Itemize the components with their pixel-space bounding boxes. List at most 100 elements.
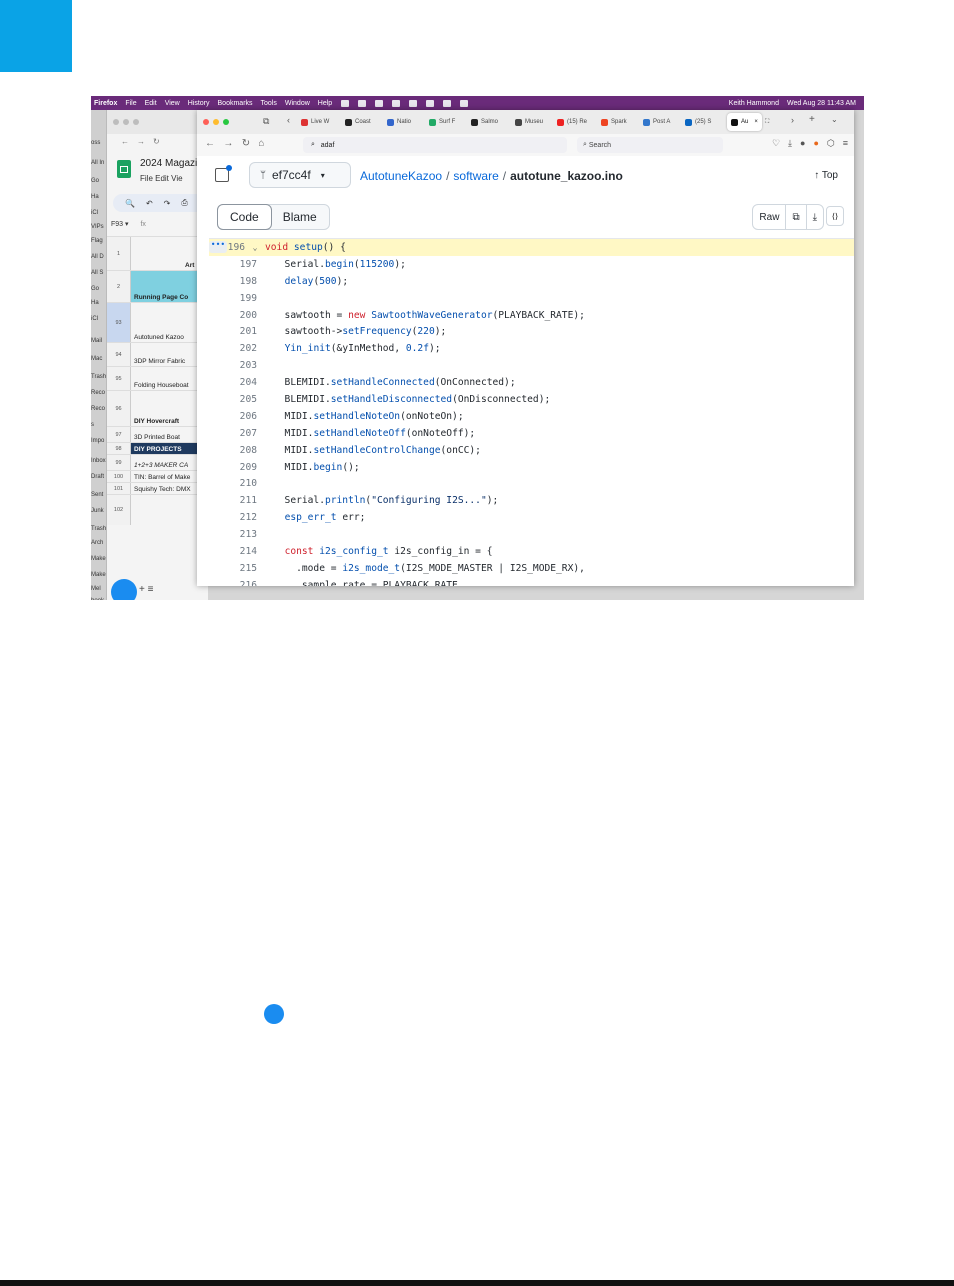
mail-sidebar-item[interactable]: All S xyxy=(91,270,103,276)
menubar-clock[interactable]: Wed Aug 28 11:43 AM xyxy=(787,100,856,107)
close-button[interactable] xyxy=(203,119,209,125)
row-number[interactable]: 1 xyxy=(107,237,131,271)
code-line[interactable]: 216 .sample_rate = PLAYBACK_RATE, xyxy=(209,577,854,586)
tab-code[interactable]: Code xyxy=(217,204,272,230)
mail-sidebar-item[interactable]: Ha xyxy=(91,194,99,200)
code-text[interactable]: Serial.println("Configuring I2S..."); xyxy=(273,495,499,506)
code-text[interactable]: void setup() { xyxy=(265,242,346,253)
browser-tab[interactable]: Salmo xyxy=(471,113,498,131)
browser-tab[interactable]: Spark xyxy=(601,113,627,131)
line-number[interactable]: 200 xyxy=(209,310,257,321)
menubar-item[interactable]: Tools xyxy=(261,100,277,107)
table-row[interactable]: 102 xyxy=(107,494,208,525)
code-text[interactable]: .sample_rate = PLAYBACK_RATE, xyxy=(273,580,464,586)
symbols-icon[interactable]: ⟨⟩ xyxy=(826,206,844,226)
mail-sidebar-item[interactable]: VIPs xyxy=(91,224,104,230)
line-number[interactable]: 204 xyxy=(209,377,257,388)
code-line[interactable]: 199 xyxy=(209,290,854,307)
line-number[interactable]: 210 xyxy=(209,478,257,489)
code-text[interactable]: Yin_init(&yInMethod, 0.2f); xyxy=(273,343,441,354)
code-text[interactable]: MIDI.setHandleNoteOff(onNoteOff); xyxy=(273,428,476,439)
table-row[interactable]: 1 Art xyxy=(107,236,208,271)
cell-text[interactable]: Autotuned Kazoo xyxy=(134,334,184,341)
breadcrumb-repo[interactable]: AutotuneKazoo xyxy=(360,169,442,183)
code-line[interactable]: 211 Serial.println("Configuring I2S...")… xyxy=(209,492,854,509)
code-text[interactable]: sawtooth = new SawtoothWaveGenerator(PLA… xyxy=(273,310,585,321)
back-arrow-icon[interactable]: ← xyxy=(121,137,129,146)
code-text[interactable]: esp_err_t err; xyxy=(273,512,366,523)
code-line[interactable]: 204 BLEMIDI.setHandleConnected(OnConnect… xyxy=(209,374,854,391)
code-line[interactable]: 201 sawtooth->setFrequency(220); xyxy=(209,323,854,340)
tab-list-icon[interactable]: ⧉ xyxy=(263,116,269,127)
table-row[interactable]: 2 Running Page Co xyxy=(107,270,208,303)
cell-text[interactable]: Folding Houseboat xyxy=(134,382,189,389)
extension-tab-icon[interactable]: ⛶ xyxy=(765,113,769,131)
search-icon[interactable]: 🔍 xyxy=(125,199,135,208)
status-icon[interactable] xyxy=(392,99,401,107)
code-line[interactable]: 207 MIDI.setHandleNoteOff(onNoteOff); xyxy=(209,425,854,442)
forward-arrow-icon[interactable]: → xyxy=(223,138,233,149)
cell-text[interactable]: DIY PROJECTS xyxy=(134,446,182,453)
code-line[interactable]: 208 MIDI.setHandleControlChange(onCC); xyxy=(209,442,854,459)
back-arrow-icon[interactable]: ← xyxy=(205,138,215,149)
browser-tab[interactable]: Post A xyxy=(643,113,670,131)
line-number[interactable]: 212 xyxy=(209,512,257,523)
code-line[interactable]: 214 const i2s_config_t i2s_config_in = { xyxy=(209,543,854,560)
line-number[interactable]: 208 xyxy=(209,445,257,456)
mail-sidebar-item[interactable]: Arch xyxy=(91,540,103,546)
menubar-item[interactable]: Window xyxy=(285,100,310,107)
puzzle-icon[interactable]: ⬡ xyxy=(827,138,835,148)
cell-text[interactable]: TIN: Barrel of Make xyxy=(134,474,190,481)
line-number[interactable]: 211 xyxy=(209,495,257,506)
copy-icon[interactable]: ⧉ xyxy=(785,205,805,229)
download-icon[interactable]: ⤓ xyxy=(788,138,792,148)
mail-sidebar-item[interactable]: Go xyxy=(91,286,99,292)
zoom-button[interactable] xyxy=(223,119,229,125)
line-number[interactable]: 203 xyxy=(209,360,257,371)
code-line[interactable]: 205 BLEMIDI.setHandleDisconnected(OnDisc… xyxy=(209,391,854,408)
row-number[interactable]: 97 xyxy=(107,427,131,443)
cell-text[interactable]: 3D Printed Boat xyxy=(134,434,180,441)
sheet-menus[interactable]: File Edit Vie xyxy=(140,174,183,183)
row-number[interactable]: 2 xyxy=(107,271,131,303)
table-row[interactable]: 97 3D Printed Boat xyxy=(107,426,208,443)
code-line[interactable]: 206 MIDI.setHandleNoteOn(onNoteOn); xyxy=(209,408,854,425)
menubar-item[interactable]: Help xyxy=(318,100,332,107)
menubar-app-name[interactable]: Firefox xyxy=(94,100,117,107)
minimize-button[interactable] xyxy=(123,119,129,125)
mail-sidebar-item[interactable]: Trash xyxy=(91,374,106,380)
line-number[interactable]: 209 xyxy=(209,462,257,473)
row-number[interactable]: 95 xyxy=(107,367,131,391)
line-number[interactable]: 198 xyxy=(209,276,257,287)
row-number[interactable]: 96 xyxy=(107,391,131,427)
sheet-bottom-tools[interactable]: + ≡ xyxy=(139,584,153,595)
code-text[interactable]: MIDI.setHandleControlChange(onCC); xyxy=(273,445,481,456)
browser-tab[interactable]: (25) S xyxy=(685,113,711,131)
code-line[interactable]: 209 MIDI.begin(); xyxy=(209,459,854,476)
fold-chevron-icon[interactable]: ⌄ xyxy=(245,243,265,252)
floating-action-button[interactable] xyxy=(111,579,137,600)
cell-text[interactable]: DIY Hovercraft xyxy=(134,418,179,425)
download-icon[interactable]: ⤓ xyxy=(805,205,823,229)
mail-sidebar-item[interactable]: Mel xyxy=(91,586,101,592)
browser-tab[interactable]: (15) Re xyxy=(557,113,587,131)
mail-sidebar-item[interactable]: All D xyxy=(91,254,104,260)
code-text[interactable]: delay(500); xyxy=(273,276,349,287)
mail-sidebar-item[interactable]: Reco xyxy=(91,390,105,396)
menubar-item[interactable]: Bookmarks xyxy=(218,100,253,107)
mail-sidebar-item[interactable]: Draft xyxy=(91,474,104,480)
row-number[interactable]: 99 xyxy=(107,455,131,471)
line-number[interactable]: 202 xyxy=(209,343,257,354)
mail-sidebar-item[interactable]: book xyxy=(91,598,104,600)
status-icon[interactable] xyxy=(358,99,367,107)
browser-tab[interactable]: Au × xyxy=(727,113,762,131)
wifi-icon[interactable] xyxy=(443,99,452,107)
cell-text[interactable]: Running Page Co xyxy=(134,294,188,301)
table-row[interactable]: 93 Autotuned Kazoo xyxy=(107,302,208,343)
code-line[interactable]: 213 xyxy=(209,526,854,543)
breadcrumb-folder[interactable]: software xyxy=(453,169,498,183)
code-text[interactable]: BLEMIDI.setHandleDisconnected(OnDisconne… xyxy=(273,394,551,405)
code-text[interactable]: BLEMIDI.setHandleConnected(OnConnected); xyxy=(273,377,516,388)
print-icon[interactable]: ⎙ xyxy=(181,198,187,208)
sidebar-toggle-icon[interactable] xyxy=(215,165,232,182)
